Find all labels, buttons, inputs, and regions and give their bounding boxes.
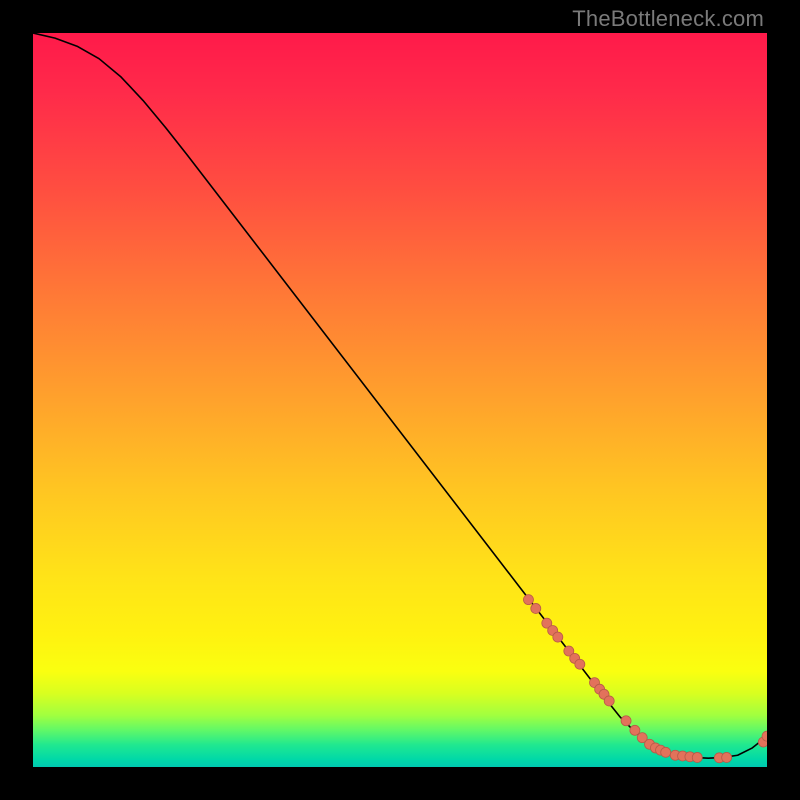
marker-dot — [630, 725, 640, 735]
marker-dot — [553, 632, 563, 642]
watermark-text: TheBottleneck.com — [572, 6, 764, 32]
marker-dot — [621, 716, 631, 726]
marker-dot — [523, 595, 533, 605]
chart-stage: TheBottleneck.com — [0, 0, 800, 800]
marker-dot — [661, 747, 671, 757]
marker-dot — [531, 603, 541, 613]
marker-dot — [604, 696, 614, 706]
curve-line — [33, 33, 767, 758]
plot-area — [33, 33, 767, 767]
chart-svg — [33, 33, 767, 767]
marker-dot — [575, 659, 585, 669]
marker-dot — [692, 752, 702, 762]
marker-dot — [722, 752, 732, 762]
marker-group — [523, 595, 767, 763]
